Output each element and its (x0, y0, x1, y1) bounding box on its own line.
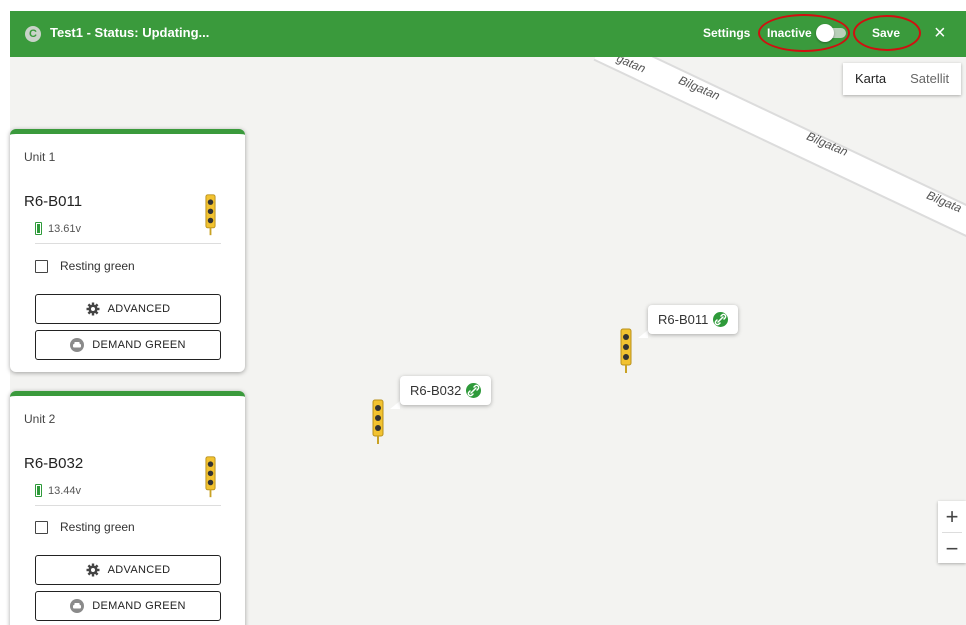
map-type-karta-button[interactable]: Karta (843, 63, 898, 95)
device-id: R6-B032 (24, 455, 84, 472)
link-icon (713, 312, 729, 327)
toggle-knob (816, 24, 834, 42)
map-type-satellit-button[interactable]: Satellit (898, 63, 961, 95)
divider (35, 243, 221, 244)
device-id: R6-B011 (24, 193, 83, 210)
battery-icon (35, 484, 42, 497)
traffic-signal-marker-icon[interactable] (620, 328, 632, 374)
demand-green-button[interactable]: DEMAND GREEN (35, 591, 221, 621)
map-type-control: Karta Satellit (843, 63, 962, 95)
resting-green-label: Resting green (60, 520, 135, 534)
divider (35, 505, 221, 506)
unit-title: Unit 1 (24, 150, 56, 164)
traffic-signal-icon (205, 456, 216, 498)
voltage-value: 13.61v (48, 222, 82, 235)
page-title: Test1 - Status: Updating... (50, 25, 210, 40)
battery-icon (35, 222, 42, 235)
map-marker-label[interactable]: R6-B032 (400, 376, 492, 405)
resting-green-checkbox[interactable] (35, 520, 48, 534)
demand-green-label: DEMAND GREEN (92, 600, 186, 612)
demand-green-button[interactable]: DEMAND GREEN (35, 330, 221, 360)
battery-status: 13.44v (35, 484, 81, 497)
car-icon (70, 338, 85, 352)
settings-button[interactable]: Settings (703, 26, 750, 40)
battery-status: 13.61v (35, 222, 81, 235)
gear-icon (86, 563, 100, 577)
traffic-signal-marker-icon[interactable] (372, 399, 384, 445)
marker-label-text: R6-B011 (658, 312, 709, 327)
status-toggle[interactable] (816, 24, 846, 42)
link-icon (466, 383, 482, 398)
resting-green-checkbox[interactable] (35, 259, 48, 273)
advanced-button[interactable]: ADVANCED (35, 294, 221, 324)
map-marker-label[interactable]: R6-B011 (648, 305, 739, 334)
zoom-control: + − (938, 501, 966, 563)
gear-icon (86, 302, 100, 316)
zoom-out-button[interactable]: − (938, 533, 966, 564)
resting-green-option[interactable]: Resting green (35, 520, 135, 534)
advanced-label: ADVANCED (107, 303, 171, 315)
advanced-button[interactable]: ADVANCED (35, 555, 221, 585)
resting-green-option[interactable]: Resting green (35, 259, 135, 273)
bubble-tail (390, 401, 400, 409)
unit-card: Unit 1 R6-B011 13.61v Resting green ADVA… (10, 129, 245, 372)
zoom-in-button[interactable]: + (938, 501, 966, 532)
save-button[interactable]: Save (872, 26, 900, 40)
demand-green-label: DEMAND GREEN (92, 339, 186, 351)
marker-label-text: R6-B032 (410, 383, 462, 398)
car-icon (70, 599, 85, 613)
app-header: C Test1 - Status: Updating... Settings I… (10, 11, 966, 57)
unit-card: Unit 2 R6-B032 13.44v Resting green ADVA… (10, 391, 245, 625)
voltage-value: 13.44v (48, 484, 82, 497)
bubble-tail (638, 330, 648, 338)
close-icon[interactable]: × (934, 21, 946, 45)
resting-green-label: Resting green (60, 259, 135, 273)
app-logo-icon: C (25, 26, 41, 42)
traffic-signal-icon (205, 194, 216, 236)
unit-title: Unit 2 (24, 412, 56, 426)
status-toggle-label[interactable]: Inactive (767, 26, 812, 40)
advanced-label: ADVANCED (107, 564, 171, 576)
